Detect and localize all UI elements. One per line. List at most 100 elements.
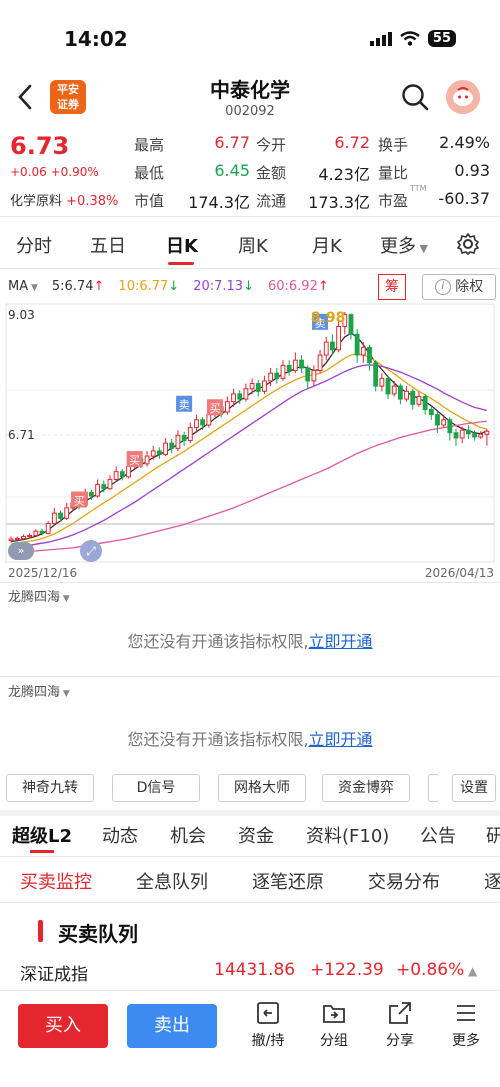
tool-fund-game[interactable]: 资金博弈 (322, 774, 410, 802)
date-end: 2026/04/13 (424, 566, 494, 580)
activate-link-2[interactable]: 立即开通 (309, 730, 373, 749)
section-marker (38, 920, 43, 942)
indicator-selector-1[interactable]: 龙腾四海 ▼ (8, 586, 70, 605)
withdraw-icon (257, 1002, 279, 1024)
sector-info[interactable]: 化学原料 +0.38% (10, 190, 118, 209)
tab-super-l2[interactable]: 超级L2 (12, 822, 72, 848)
tab-five-day[interactable]: 五日 (90, 232, 126, 258)
index-pct: +0.86% (396, 960, 465, 980)
tab-research[interactable]: 研 (486, 822, 500, 848)
quote-value: 6.45 (214, 161, 250, 180)
chip-distribution-button[interactable]: 筹 (378, 274, 406, 300)
status-icons: 55 (369, 30, 456, 47)
caret-down-icon: ▼ (28, 283, 38, 293)
kline-chart[interactable]: 买买卖 买卖 (0, 302, 500, 564)
tab-monthly-k[interactable]: 月K (312, 232, 342, 258)
settings-gear-icon[interactable] (456, 232, 480, 256)
svg-text:买: 买 (129, 454, 140, 467)
tool-grid-master[interactable]: 网格大师 (218, 774, 306, 802)
tool-partial[interactable] (428, 774, 439, 802)
info-tab-indicator (30, 850, 54, 853)
buy-signal-badge[interactable]: 买 (71, 491, 88, 508)
tab-f10[interactable]: 资料(F10) (306, 822, 389, 848)
share-icon (389, 1002, 411, 1024)
quote-value: 174.3亿 (188, 193, 250, 212)
quote-value: 4.23亿 (318, 165, 370, 184)
max-price-marker: 8.98 (310, 310, 346, 326)
group-button[interactable]: 分组 (306, 1000, 362, 1050)
quote-label: 金额 (256, 164, 287, 182)
subtab-tick-restore[interactable]: 逐笔还原 (252, 868, 324, 894)
tab-timeshare[interactable]: 分时 (16, 232, 52, 258)
battery-icon: 55 (427, 30, 456, 47)
index-name: 深证成指 (20, 965, 88, 985)
permission-notice-2: 您还没有开通该指标权限,立即开通 (127, 730, 373, 749)
index-ticker[interactable]: 深证成指 14431.86 +122.39 +0.86% ▲ (0, 956, 500, 990)
price-change: +0.06 +0.90% (10, 165, 99, 179)
quote-label: 最低 (134, 164, 165, 182)
svg-text:买: 买 (74, 494, 85, 507)
sell-button[interactable]: 卖出 (127, 1004, 217, 1048)
queue-title: 买卖队列 (58, 922, 138, 946)
svg-text:卖: 卖 (179, 399, 190, 412)
quote-label: 市值 (134, 192, 165, 210)
caret-up-icon: ▲ (468, 964, 478, 978)
search-icon[interactable] (400, 82, 430, 112)
tab-daily-k[interactable]: 日K (166, 232, 198, 258)
ma-legend[interactable]: MA ▼ 5:6.74↑ 10:6.77↓ 20:7.13↓ 60:6.92↑ (8, 279, 329, 294)
quote-label-sup: TTM (410, 184, 427, 193)
tab-news[interactable]: 动态 (102, 822, 138, 848)
folder-icon (323, 1005, 345, 1023)
active-tab-indicator (168, 262, 194, 265)
quote-label: 流通 (256, 192, 287, 210)
wifi-icon (400, 31, 420, 46)
tab-announcements[interactable]: 公告 (420, 822, 456, 848)
caret-down-icon: ▼ (60, 594, 70, 604)
y-axis-mid: 6.71 (8, 428, 35, 442)
quote-label: 最高 (134, 136, 165, 154)
sector-name: 化学原料 (10, 194, 63, 209)
sell-signal-badge[interactable]: 卖 (176, 395, 193, 412)
subtab-holo-queue[interactable]: 全息队列 (136, 868, 208, 894)
quote-label: 量比 (378, 164, 409, 182)
expand-chart-icon[interactable]: ⤢ (80, 540, 102, 562)
sector-change: +0.38% (66, 194, 119, 209)
info-icon: i (434, 279, 451, 295)
activate-link-1[interactable]: 立即开通 (309, 632, 373, 651)
tab-opportunity[interactable]: 机会 (170, 822, 206, 848)
tab-more[interactable]: 更多 ▼ (380, 232, 428, 258)
status-time: 14:02 (64, 27, 128, 51)
withdraw-hold-button[interactable]: 撤/持 (240, 1000, 296, 1050)
scroll-left-icon[interactable]: » (8, 542, 34, 560)
quote-label: 今开 (256, 136, 287, 154)
quote-value: -60.37 (438, 189, 490, 208)
subtab-partial[interactable]: 逐 (484, 868, 500, 894)
period-tabs: 分时 五日 日K 周K 月K 更多 ▼ (0, 226, 500, 266)
buy-button[interactable]: 买入 (18, 1004, 108, 1048)
more-button[interactable]: 更多 (438, 1000, 494, 1050)
tab-funds[interactable]: 资金 (238, 822, 274, 848)
buy-signal-badge[interactable]: 买 (126, 451, 143, 468)
quote-value: 0.93 (454, 161, 490, 180)
ex-rights-button[interactable]: i 除权 (422, 274, 496, 300)
subtab-trade-distribution[interactable]: 交易分布 (368, 868, 440, 894)
subtab-trade-monitor[interactable]: 买卖监控 (20, 868, 92, 894)
tool-settings[interactable]: 设置 (452, 774, 496, 802)
tab-weekly-k[interactable]: 周K (238, 232, 268, 258)
share-button[interactable]: 分享 (372, 1000, 428, 1050)
ma60-value: 60:6.92↑ (267, 279, 329, 294)
quote-value: 2.49% (439, 133, 490, 152)
date-start: 2025/12/16 (8, 566, 78, 580)
index-value: 14431.86 (214, 960, 296, 980)
indicator-selector-2[interactable]: 龙腾四海 ▼ (8, 681, 70, 700)
quote-value: 6.72 (334, 133, 370, 152)
tool-d-signal[interactable]: D信号 (112, 774, 200, 802)
quote-value: 173.3亿 (308, 193, 370, 212)
signal-icon (369, 31, 392, 46)
buy-signal-badge[interactable]: 买 (207, 399, 224, 416)
assistant-avatar-icon[interactable] (446, 80, 480, 114)
quote-label: 市盈 (378, 192, 409, 210)
tool-magic-nine[interactable]: 神奇九转 (6, 774, 94, 802)
ma10-value: 10:6.77↓ (118, 279, 180, 294)
permission-notice-1: 您还没有开通该指标权限,立即开通 (127, 632, 373, 651)
